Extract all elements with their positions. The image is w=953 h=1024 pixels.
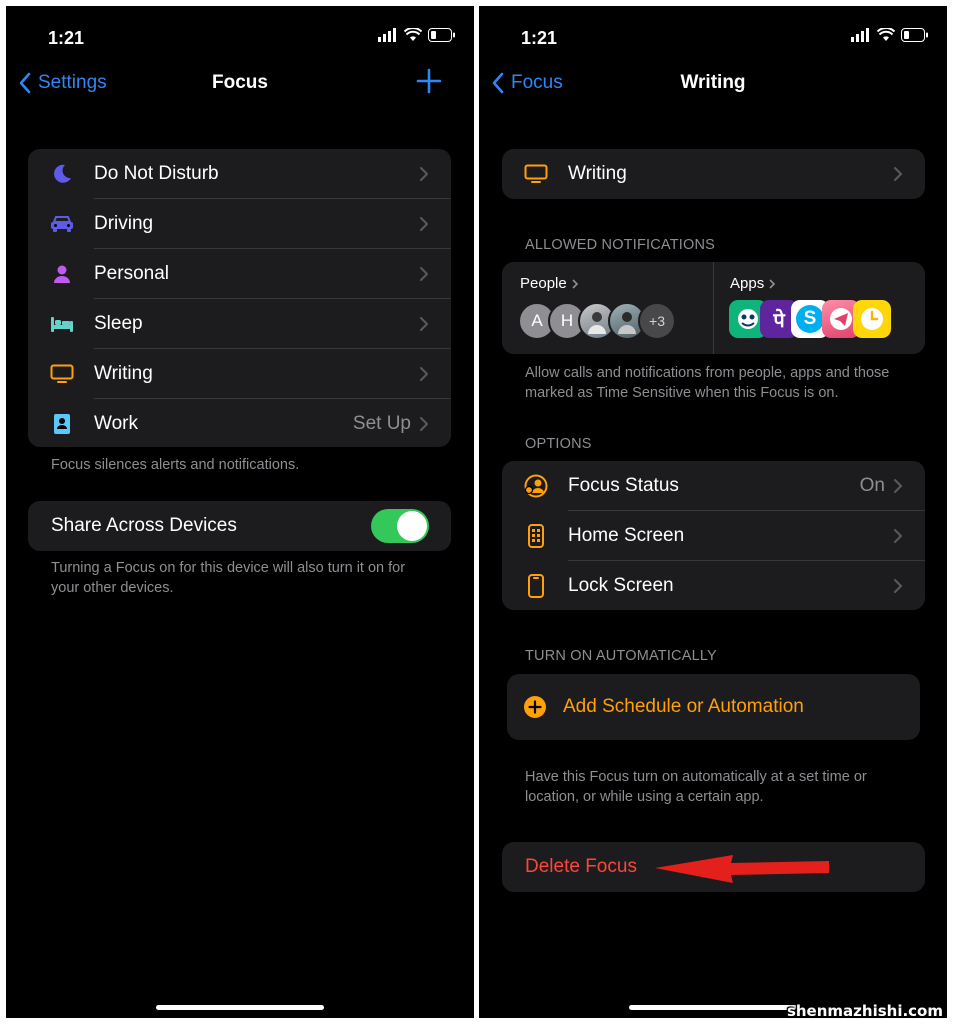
people-header: People: [520, 275, 579, 292]
focus-item-label: Writing: [94, 363, 153, 384]
red-arrow-annotation: [655, 855, 829, 883]
focus-modes-list: Do Not Disturb Driving Personal Sleep Wr…: [28, 149, 451, 447]
lock-screen-icon: [524, 574, 548, 598]
allowed-notifications-header: ALLOWED NOTIFICATIONS: [525, 237, 716, 253]
back-label: Settings: [38, 72, 107, 93]
apps-section[interactable]: Apps पे S: [714, 262, 925, 354]
chevron-right-icon: [420, 217, 428, 231]
people-label: People: [520, 275, 567, 292]
focus-item-driving[interactable]: Driving: [28, 199, 451, 249]
back-label: Focus: [511, 72, 563, 93]
chevron-right-icon: [420, 267, 428, 281]
chevron-right-icon: [572, 278, 578, 289]
status-time: 1:21: [48, 28, 85, 48]
share-footer: Turning a Focus on for this device will …: [51, 560, 406, 596]
apps-header: Apps: [730, 275, 776, 292]
share-across-devices-toggle[interactable]: [371, 509, 429, 543]
option-home-screen[interactable]: Home Screen: [502, 511, 925, 561]
add-schedule-group: Add Schedule or Automation: [507, 674, 920, 740]
home-indicator: [156, 1005, 324, 1010]
chevron-right-icon: [894, 579, 902, 593]
more-people-badge: +3: [638, 302, 676, 340]
focus-item-label: Personal: [94, 263, 169, 284]
allowed-footer: Allow calls and notifications from peopl…: [525, 365, 890, 401]
bed-icon: [50, 312, 74, 336]
focus-item-label: Do Not Disturb: [94, 163, 219, 184]
moon-icon: [50, 162, 74, 186]
chevron-right-icon: [769, 278, 776, 289]
back-button-settings[interactable]: Settings: [18, 72, 107, 94]
focus-item-label: Work: [94, 413, 138, 434]
people-section[interactable]: People A H +3: [502, 262, 713, 354]
chevron-right-icon: [894, 479, 902, 493]
person-icon: [50, 262, 74, 286]
focus-item-work[interactable]: Work Set Up: [28, 399, 451, 447]
options-list: Focus Status On Home Screen Lock Screen: [502, 461, 925, 610]
focus-item-label: Sleep: [94, 313, 143, 334]
focus-item-personal[interactable]: Personal: [28, 249, 451, 299]
focus-list-screen: 1:21 Settings Focus Do Not Disturb Drivi…: [6, 6, 474, 1018]
option-value: On: [859, 475, 885, 496]
add-focus-button[interactable]: [416, 68, 442, 94]
status-time: 1:21: [521, 28, 558, 48]
watermark-text: shenmazhishi.com: [786, 1002, 943, 1020]
writing-focus-screen: 1:21 Focus Writing Writing ALLOWED NOTIF…: [479, 6, 947, 1018]
plus-circle-icon: [523, 695, 547, 719]
add-schedule-button[interactable]: Add Schedule or Automation: [507, 674, 920, 740]
status-icons: [378, 28, 456, 42]
id-badge-icon: [50, 412, 74, 436]
monitor-icon: [524, 162, 548, 186]
back-button-focus[interactable]: Focus: [491, 72, 563, 94]
focus-item-value: Set Up: [352, 413, 411, 434]
focus-status-icon: [524, 474, 548, 498]
chevron-left-icon: [492, 72, 504, 94]
add-schedule-label: Add Schedule or Automation: [563, 696, 804, 717]
battery-icon: [428, 28, 455, 42]
focus-item-sleep[interactable]: Sleep: [28, 299, 451, 349]
allowed-notifications-card: People A H +3 Apps पे S: [502, 262, 925, 354]
chevron-right-icon: [420, 367, 428, 381]
option-label: Lock Screen: [568, 575, 674, 596]
home-indicator: [629, 1005, 797, 1010]
options-header: OPTIONS: [525, 436, 592, 452]
monitor-icon: [50, 362, 74, 386]
person-photo-icon: [618, 312, 636, 334]
person-photo-icon: [588, 312, 606, 334]
status-icons: [851, 28, 929, 42]
option-lock-screen[interactable]: Lock Screen: [502, 561, 925, 610]
chevron-right-icon: [894, 167, 902, 181]
focus-item-do-not-disturb[interactable]: Do Not Disturb: [28, 149, 451, 199]
home-screen-icon: [524, 524, 548, 548]
chevron-right-icon: [420, 167, 428, 181]
focus-item-writing[interactable]: Writing: [28, 349, 451, 399]
turn-on-automatically-header: TURN ON AUTOMATICALLY: [525, 648, 717, 664]
option-focus-status[interactable]: Focus Status On: [502, 461, 925, 511]
signal-icon: [378, 28, 396, 42]
share-across-devices-group: Share Across Devices: [28, 501, 451, 551]
chevron-right-icon: [420, 317, 428, 331]
wifi-icon: [404, 28, 422, 41]
toggle-knob: [397, 511, 427, 541]
car-icon: [50, 212, 74, 236]
chevron-left-icon: [19, 72, 31, 94]
wifi-icon: [877, 28, 895, 41]
option-label: Home Screen: [568, 525, 685, 546]
focus-item-label: Driving: [94, 213, 154, 234]
chevron-right-icon: [894, 529, 902, 543]
apps-label: Apps: [730, 275, 765, 292]
battery-icon: [901, 28, 928, 42]
auto-footer: Have this Focus turn on automatically at…: [525, 769, 867, 805]
skype-badge: S: [796, 305, 824, 333]
focus-name-label: Writing: [568, 163, 627, 184]
focus-name-group: Writing: [502, 149, 925, 199]
option-label: Focus Status: [568, 475, 679, 496]
chevron-right-icon: [420, 417, 428, 431]
focus-name-row[interactable]: Writing: [502, 149, 925, 199]
clock-app-icon: [853, 300, 891, 338]
signal-icon: [851, 28, 869, 42]
focus-footer: Focus silences alerts and notifications.: [51, 457, 300, 473]
